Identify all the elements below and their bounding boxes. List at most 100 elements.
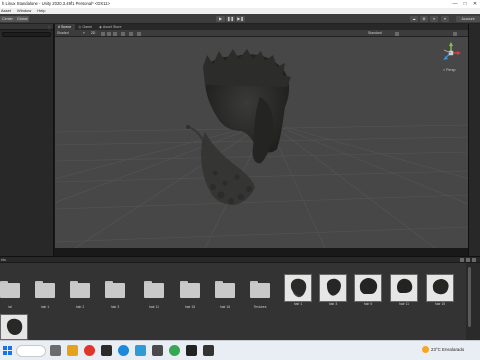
folder-icon: [0, 281, 20, 298]
pivot-center-toggle[interactable]: Center: [0, 16, 15, 22]
hair-asset[interactable]: hair 15: [422, 274, 458, 310]
folder-icon: [35, 281, 55, 298]
store-icon[interactable]: [152, 345, 163, 356]
folder-label: hair 11: [148, 305, 160, 309]
hair-model[interactable]: [186, 49, 291, 205]
project-asset-grid: ial hair 1 hair 2 hair 3 hair 11 hair 15…: [0, 263, 466, 340]
scene-grid: [55, 42, 468, 248]
hair-asset[interactable]: hair 3: [315, 274, 351, 310]
scene-viewport[interactable]: < Persp: [55, 37, 468, 248]
hair-asset[interactable]: hair 11: [386, 274, 422, 310]
window-title-bar: h Linux Standalone - Unity 2020.3.49f1 P…: [0, 0, 480, 8]
services-icon[interactable]: ⚙: [420, 16, 428, 22]
hair-asset-label: hair 3: [328, 302, 338, 306]
play-button[interactable]: ▶: [216, 16, 225, 22]
task-view-icon[interactable]: [50, 345, 61, 356]
folder-label: hair 15: [184, 305, 196, 309]
terminal-icon[interactable]: [101, 345, 112, 356]
hair-asset-label: hair 1: [293, 302, 303, 306]
scene-menu-icon[interactable]: [453, 31, 457, 36]
folder-icon: [215, 281, 235, 298]
folder-icon: [180, 281, 200, 298]
window-title: h Linux Standalone - Unity 2020.3.49f1 P…: [2, 1, 110, 6]
folder-label: hair 1: [40, 305, 50, 309]
gizmos-dropdown[interactable]: Standard: [368, 31, 382, 36]
sun-icon: [422, 346, 429, 353]
lighting-icon[interactable]: [101, 31, 105, 36]
folder-item[interactable]: hair 2: [62, 277, 98, 313]
edge-icon[interactable]: [118, 345, 129, 356]
orientation-gizmo[interactable]: [443, 42, 461, 60]
hierarchy-search-input[interactable]: [2, 32, 51, 37]
scene-view-toolbar: Shaded ▾ 2D Standard: [55, 30, 468, 37]
folder-icon: [250, 281, 270, 298]
weather-widget[interactable]: 23°C Ensolarado: [422, 346, 464, 353]
folder-label: hair 2: [75, 305, 85, 309]
perspective-label[interactable]: < Persp: [443, 68, 456, 72]
unity-hub-icon[interactable]: [203, 345, 214, 356]
pivot-global-toggle[interactable]: Global: [15, 16, 30, 22]
chrome-icon[interactable]: [169, 345, 180, 356]
project-scrollbar[interactable]: [466, 263, 480, 340]
minimize-button[interactable]: —: [450, 0, 460, 8]
folder-item[interactable]: hair 11: [136, 277, 172, 313]
grid-icon[interactable]: [137, 31, 141, 36]
pause-button[interactable]: ❚❚: [226, 16, 235, 22]
hidden-objects-icon[interactable]: [121, 31, 125, 36]
effects-icon[interactable]: [113, 31, 117, 36]
unity-icon[interactable]: [186, 345, 197, 356]
hair-thumbnail: [284, 274, 312, 302]
render-2d-toggle[interactable]: 2D: [91, 31, 95, 36]
search-icon[interactable]: [395, 31, 399, 36]
photos-icon[interactable]: [135, 345, 146, 356]
step-button[interactable]: ▶❚: [236, 16, 245, 22]
scrollbar-thumb[interactable]: [468, 267, 471, 327]
opera-icon[interactable]: [84, 345, 95, 356]
shading-mode-dropdown[interactable]: Shaded: [57, 31, 69, 36]
folder-item[interactable]: hair 16: [207, 277, 243, 313]
layout-icon[interactable]: ▾: [441, 16, 449, 22]
file-explorer-icon[interactable]: [67, 345, 78, 356]
hair-asset[interactable]: hair 5: [350, 274, 386, 310]
folder-label: ial: [8, 305, 12, 309]
panel-menu-icon[interactable]: ⋮: [47, 25, 51, 30]
folder-label: hair 3: [110, 305, 120, 309]
folder-item[interactable]: hair 1: [27, 277, 63, 313]
hair-asset-label: hair 11: [398, 302, 410, 306]
audio-icon[interactable]: [107, 31, 111, 36]
inspector-panel: [468, 24, 480, 256]
close-button[interactable]: ✕: [470, 0, 480, 8]
star-icon[interactable]: [472, 258, 476, 262]
windows-taskbar: 23°C Ensolarado: [0, 340, 480, 360]
main-toolbar: Center Global ▶ ❚❚ ▶❚ ☁ ⚙ ≡ ▾ Account: [0, 14, 480, 24]
folder-item[interactable]: Textures: [242, 277, 278, 313]
folder-icon: [144, 281, 164, 298]
play-controls: ▶ ❚❚ ▶❚: [216, 16, 245, 22]
collab-icon[interactable]: ☁: [410, 16, 418, 22]
hair-asset-label: hair 15: [434, 302, 446, 306]
hair-thumbnail: [354, 274, 382, 302]
lock-icon[interactable]: [460, 258, 464, 262]
hair-thumbnail: [390, 274, 418, 302]
folder-item[interactable]: hair 15: [172, 277, 208, 313]
layers-icon[interactable]: ≡: [430, 16, 438, 22]
project-header: ets: [0, 256, 480, 263]
camera-icon[interactable]: [129, 31, 133, 36]
weather-text: 23°C Ensolarado: [431, 347, 465, 352]
hierarchy-panel: ⋮: [0, 24, 54, 256]
account-dropdown[interactable]: Account: [456, 16, 480, 22]
maximize-button[interactable]: □: [460, 0, 470, 8]
hierarchy-header: ⋮: [0, 24, 53, 30]
hair-asset[interactable]: hair 1: [280, 274, 316, 310]
start-icon[interactable]: [3, 346, 12, 355]
folder-icon: [105, 281, 125, 298]
folder-item[interactable]: hair 3: [97, 277, 133, 313]
folder-item[interactable]: ial: [0, 277, 28, 313]
folder-label: hair 16: [219, 305, 231, 309]
taskbar-search-input[interactable]: [16, 345, 46, 357]
shading-chevron-icon[interactable]: ▾: [83, 31, 85, 36]
hair-asset-label: hair 5: [363, 302, 373, 306]
hair-thumbnail: [319, 274, 347, 302]
hair-thumbnail: [426, 274, 454, 302]
eye-icon[interactable]: [466, 258, 470, 262]
